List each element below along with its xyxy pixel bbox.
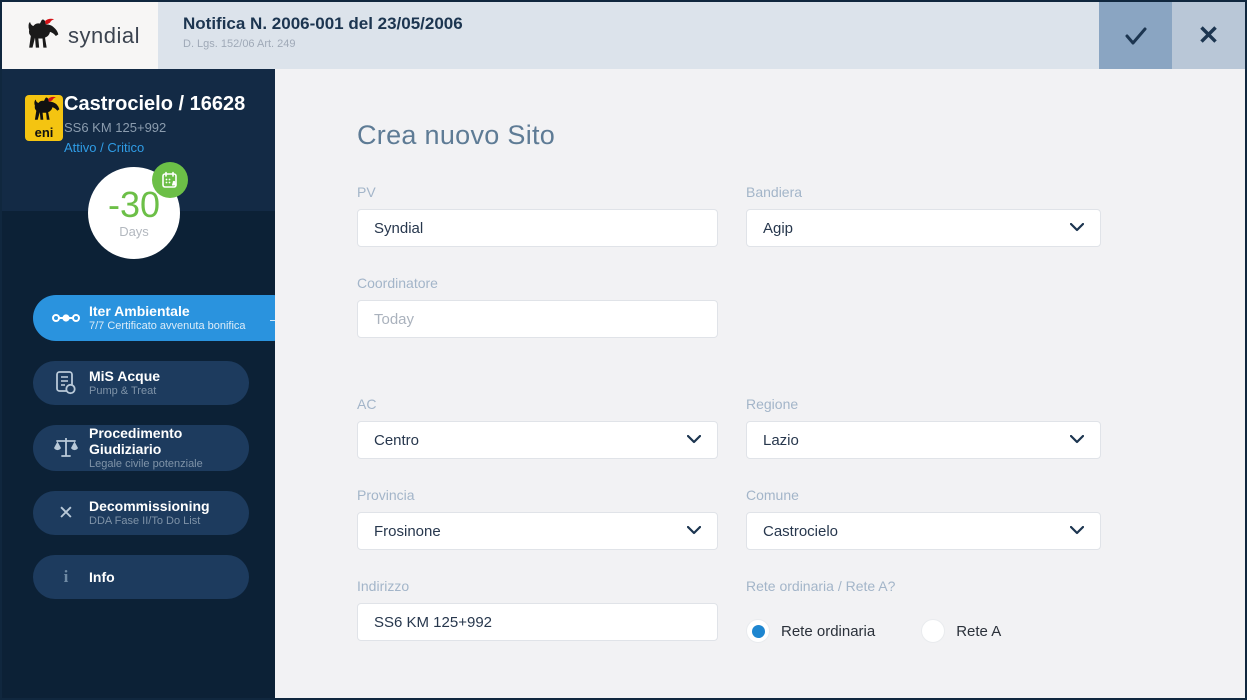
- eni-wordmark: eni: [34, 125, 54, 140]
- comune-field-group: Comune Castrocielo: [746, 487, 1101, 550]
- sidebar: eni Castrocielo / 16628 SS6 KM 125+992 A…: [2, 69, 296, 698]
- chevron-down-icon: [687, 526, 701, 535]
- indirizzo-input[interactable]: [357, 603, 718, 641]
- eni-dog-icon: [34, 96, 60, 120]
- menu-item-sublabel: Legale civile potenziale: [89, 458, 203, 470]
- info-icon: i: [63, 567, 69, 586]
- radio-label: Rete A: [956, 622, 1002, 640]
- days-counter-badge: -30 Days: [88, 162, 188, 259]
- pv-label: PV: [357, 184, 376, 200]
- sidebar-item-iter-ambientale[interactable]: Iter Ambientale 7/7 Certificato avvenuta…: [33, 295, 296, 341]
- close-icon: ✕: [1197, 20, 1220, 50]
- sidebar-item-mis-acque[interactable]: MiS Acque Pump & Treat: [33, 361, 249, 405]
- coordinatore-label: Coordinatore: [357, 275, 438, 291]
- menu-item-label: Decommissioning: [89, 498, 210, 514]
- header-meta: Notifica N. 2006-001 del 23/05/2006 D. L…: [158, 2, 1099, 69]
- radio-circle: [746, 619, 770, 643]
- confirm-button[interactable]: [1099, 2, 1172, 69]
- indirizzo-label: Indirizzo: [357, 578, 410, 594]
- create-site-form: Crea nuovo Sito PV Bandiera Agip: [357, 120, 1103, 650]
- chevron-down-icon: [1070, 435, 1084, 444]
- radio-rete-ordinaria[interactable]: Rete ordinaria: [746, 619, 875, 643]
- ac-field-group: AC Centro: [357, 396, 718, 459]
- days-value: -30: [107, 184, 161, 225]
- six-legged-dog-icon: [28, 18, 59, 48]
- menu-item-label: Info: [89, 569, 115, 585]
- bandiera-label: Bandiera: [746, 184, 803, 200]
- sidebar-item-decommissioning[interactable]: ✕ Decommissioning DDA Fase II/To Do List: [33, 491, 249, 535]
- menu-item-label: MiS Acque: [89, 368, 161, 384]
- chevron-down-icon: [1070, 526, 1084, 535]
- menu-item-label: Procedimento Giudiziario: [89, 425, 183, 457]
- ac-select[interactable]: Centro: [357, 421, 718, 459]
- provincia-select[interactable]: Frosinone: [357, 512, 718, 550]
- rete-radio-group: Rete ordinaria Rete A: [746, 612, 1101, 650]
- site-name: Castrocielo / 16628: [64, 93, 246, 115]
- scales-icon: [49, 435, 83, 461]
- comune-selected-value: Castrocielo: [763, 522, 839, 540]
- close-button[interactable]: ✕: [1172, 2, 1245, 69]
- eni-logo: eni: [25, 95, 63, 141]
- menu-item-sublabel: DDA Fase II/To Do List: [89, 515, 201, 527]
- site-status: Attivo / Critico: [64, 140, 145, 155]
- sidebar-item-procedimento-giudiziario[interactable]: Procedimento Giudiziario Legale civile p…: [33, 425, 249, 471]
- indirizzo-field-group: Indirizzo: [357, 578, 718, 650]
- provincia-field-group: Provincia Frosinone: [357, 487, 718, 550]
- chevron-down-icon: [687, 435, 701, 444]
- page-subtitle: D. Lgs. 152/06 Art. 249: [183, 38, 296, 50]
- ac-selected-value: Centro: [374, 431, 420, 449]
- water-document-icon: [49, 370, 83, 396]
- rete-field-group: Rete ordinaria / Rete A? Rete ordinaria …: [746, 578, 1101, 650]
- provincia-selected-value: Frosinone: [374, 522, 441, 540]
- pv-field-group: PV: [357, 184, 718, 247]
- rete-label: Rete ordinaria / Rete A?: [746, 578, 896, 594]
- header-bar: syndial Notifica N. 2006-001 del 23/05/2…: [2, 2, 1245, 69]
- brand-name: syndial: [68, 22, 140, 48]
- regione-field-group: Regione Lazio: [746, 396, 1101, 459]
- bandiera-selected-value: Agip: [763, 219, 794, 237]
- sidebar-menu: Iter Ambientale 7/7 Certificato avvenuta…: [33, 295, 296, 619]
- coordinatore-field-group: Coordinatore: [357, 275, 718, 338]
- provincia-label: Provincia: [357, 487, 415, 503]
- menu-item-label: Iter Ambientale: [89, 303, 190, 319]
- comune-label: Comune: [746, 487, 799, 503]
- header-actions: ✕: [1099, 2, 1245, 69]
- page-title: Notifica N. 2006-001 del 23/05/2006: [183, 14, 463, 33]
- radio-circle: [921, 619, 946, 643]
- menu-item-sublabel: Pump & Treat: [89, 385, 157, 397]
- radio-label: Rete ordinaria: [781, 622, 876, 640]
- steps-icon: [49, 311, 83, 325]
- syndial-logo: syndial: [2, 2, 158, 69]
- site-address: SS6 KM 125+992: [64, 120, 167, 135]
- x-icon: ✕: [58, 502, 74, 524]
- days-label: Days: [119, 224, 149, 239]
- regione-label: Regione: [746, 396, 799, 412]
- regione-selected-value: Lazio: [763, 431, 799, 449]
- chevron-down-icon: [1070, 223, 1084, 232]
- coordinatore-input[interactable]: [357, 300, 718, 338]
- regione-select[interactable]: Lazio: [746, 421, 1101, 459]
- comune-select[interactable]: Castrocielo: [746, 512, 1101, 550]
- main-content: Crea nuovo Sito PV Bandiera Agip: [275, 69, 1245, 698]
- sidebar-item-info[interactable]: i Info: [33, 555, 249, 599]
- ac-label: AC: [357, 396, 377, 412]
- check-icon: [1125, 27, 1146, 44]
- bandiera-select[interactable]: Agip: [746, 209, 1101, 247]
- form-title: Crea nuovo Sito: [357, 120, 556, 150]
- app-window: syndial Notifica N. 2006-001 del 23/05/2…: [0, 0, 1247, 700]
- radio-rete-a[interactable]: Rete A: [921, 619, 1001, 643]
- bandiera-field-group: Bandiera Agip: [746, 184, 1101, 247]
- pv-input[interactable]: [357, 209, 718, 247]
- menu-item-sublabel: 7/7 Certificato avvenuta bonifica: [89, 320, 246, 332]
- calendar-alert-icon: [152, 162, 188, 198]
